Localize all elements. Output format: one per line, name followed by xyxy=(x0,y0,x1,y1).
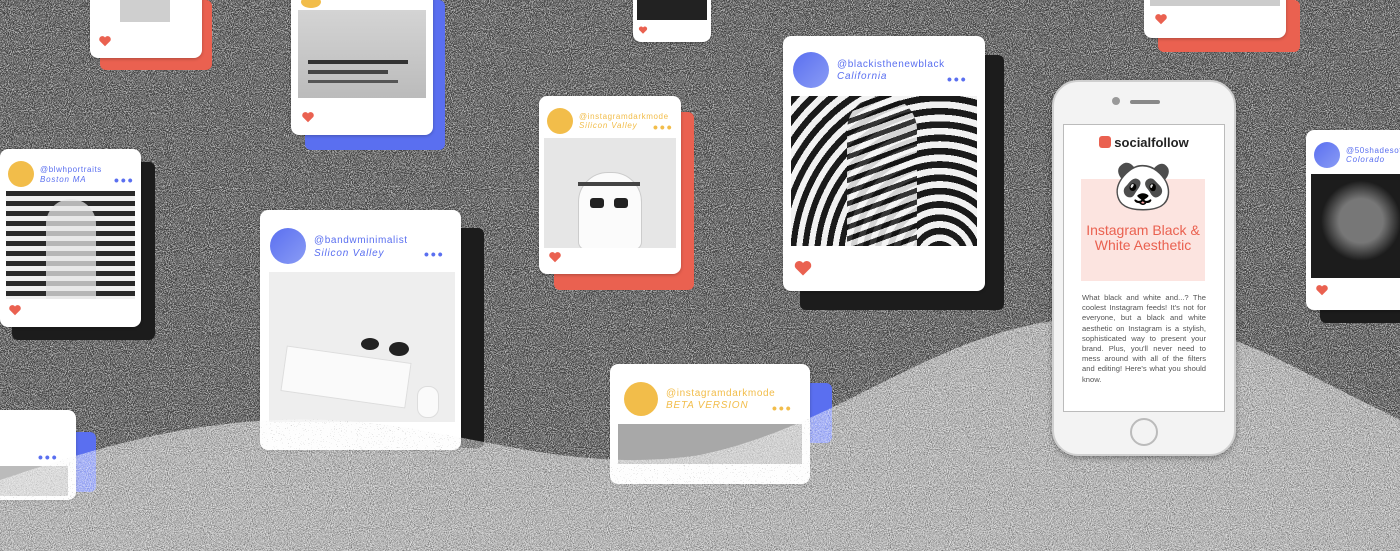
phone-camera xyxy=(1112,97,1120,105)
phone-speaker xyxy=(1130,100,1160,104)
article-intro: What black and white and...? The coolest… xyxy=(1082,293,1206,384)
phone-mockup: socialfollow 🐼 Instagram Black & White A… xyxy=(1052,80,1236,456)
brand-pin-icon xyxy=(1099,136,1112,148)
panda-icon: 🐼 xyxy=(1113,160,1173,213)
home-button[interactable] xyxy=(1130,418,1158,446)
brand-name: socialfollow xyxy=(1114,135,1189,150)
promo-banner: 🐼 Instagram Black & White Aesthetic xyxy=(1081,160,1205,281)
phone-screen: socialfollow 🐼 Instagram Black & White A… xyxy=(1063,124,1225,412)
brand-logo: socialfollow xyxy=(1064,135,1224,150)
hero-illustration: @blwhportraits Boston MA ••• @bandwminim… xyxy=(0,0,1400,551)
promo-title: Instagram Black & White Aesthetic xyxy=(1086,222,1200,253)
